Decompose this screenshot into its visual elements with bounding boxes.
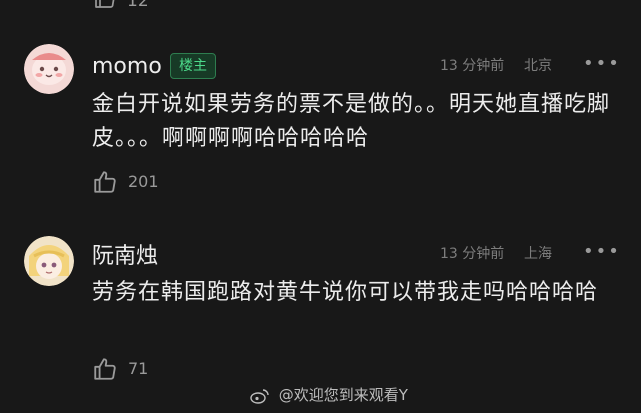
more-options-icon[interactable]: ••• [583,54,621,74]
thumbs-up-icon [94,358,116,380]
watermark-text: @欢迎您到来观看Y [278,386,408,404]
more-options-icon[interactable]: ••• [583,242,621,262]
more-options-icon[interactable]: ••• [588,0,623,7]
comment-location: 上海 [524,246,552,262]
avatar[interactable] [24,236,74,286]
thumbs-up-icon[interactable] [93,0,117,10]
like-count: 71 [128,359,149,378]
like-count: 12 [127,0,149,11]
comment-item: 阮南烛 13 分钟前 上海 ••• 劳务在韩国跑路对黄牛说你可以带我走吗哈哈哈哈… [0,236,641,386]
avatar[interactable] [24,44,74,94]
comment-item: momo 楼主 13 分钟前 北京 ••• 金白开说如果劳务的票不是做的。。明天… [0,44,641,204]
like-count: 201 [128,172,159,191]
weibo-logo-icon [250,388,269,404]
previous-comment-footer: 12 ••• [0,0,641,14]
avatar-image [24,236,74,286]
comment-text: 劳务在韩国跑路对黄牛说你可以带我走吗哈哈哈哈 [92,280,599,305]
avatar-image [24,44,74,94]
comment-time: 13 分钟前 [440,246,505,262]
username[interactable]: momo [92,53,162,81]
watermark: @欢迎您到来观看Y [250,384,408,405]
username[interactable]: 阮南烛 [92,243,158,271]
comment-text: 金白开说如果劳务的票不是做的。。明天她直播吃脚皮。。。啊啊啊啊哈哈哈哈哈 [92,92,611,151]
comment-time: 13 分钟前 [440,58,505,74]
thumbs-up-icon [94,171,116,193]
comment-location: 北京 [524,58,552,74]
op-badge: 楼主 [170,53,216,79]
